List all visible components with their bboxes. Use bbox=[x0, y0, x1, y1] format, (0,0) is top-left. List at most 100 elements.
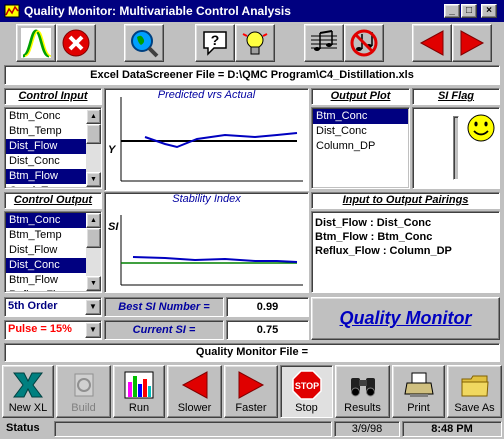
arrow-right-icon bbox=[460, 30, 485, 56]
si-flag-gauge bbox=[453, 116, 459, 180]
music-off-button[interactable] bbox=[344, 24, 384, 62]
stop-sign-icon: STOP bbox=[291, 370, 322, 400]
run-label: Run bbox=[128, 402, 150, 414]
folder-icon bbox=[461, 375, 489, 397]
list-item[interactable]: Dist_Flow bbox=[6, 139, 86, 154]
stop-x-button[interactable] bbox=[56, 24, 96, 62]
scroll-down-button[interactable]: ▼ bbox=[86, 172, 101, 187]
bar-chart-icon bbox=[124, 371, 154, 399]
scroll-thumb[interactable] bbox=[86, 124, 101, 144]
output-plot-list[interactable]: Btm_Conc Dist_Conc Column_DP bbox=[313, 109, 408, 187]
qm-file-bar: Quality Monitor File = bbox=[4, 343, 500, 362]
pulse-select[interactable]: Pulse = 15% ▼ bbox=[4, 320, 102, 340]
pairings-label: Input to Output Pairings bbox=[342, 194, 469, 206]
lightbulb-icon bbox=[242, 31, 268, 55]
excel-icon bbox=[13, 372, 43, 398]
si-flag-header: SI Flag bbox=[412, 88, 500, 105]
help-button[interactable]: ? bbox=[195, 24, 235, 62]
stability-index-plot bbox=[120, 215, 303, 286]
print-label: Print bbox=[407, 402, 430, 414]
forward-button[interactable] bbox=[452, 24, 492, 62]
list-item[interactable]: Dist_Flow bbox=[6, 243, 86, 258]
faster-label: Faster bbox=[235, 402, 267, 414]
chevron-down-icon[interactable]: ▼ bbox=[85, 322, 101, 338]
list-item[interactable]: Btm_Conc bbox=[6, 109, 86, 124]
chevron-down-icon[interactable]: ▼ bbox=[85, 299, 101, 315]
slower-button[interactable]: Slower bbox=[167, 365, 222, 418]
pairings-header: Input to Output Pairings bbox=[311, 192, 500, 209]
save-as-button[interactable]: Save As bbox=[447, 365, 502, 418]
new-xl-button[interactable]: New XL bbox=[2, 365, 54, 418]
faster-button[interactable]: Faster bbox=[224, 365, 278, 418]
maximize-button[interactable]: □ bbox=[461, 4, 477, 18]
bell-curve-button[interactable] bbox=[16, 24, 56, 62]
predicted-actual-chart: Predicted vrs Actual Y bbox=[104, 88, 309, 191]
title-bar: Quality Monitor: Multivariable Control A… bbox=[0, 0, 504, 22]
build-icon bbox=[74, 373, 93, 397]
output-plot-header: Output Plot bbox=[311, 88, 410, 105]
stability-index-chart: Stability Index SI bbox=[104, 192, 309, 293]
list-item[interactable]: Dist_Conc bbox=[313, 124, 408, 139]
control-input-scrollbar[interactable]: ▲ ▼ bbox=[86, 109, 101, 187]
binoculars-icon bbox=[350, 378, 375, 397]
control-input-header: Control Input bbox=[4, 88, 102, 105]
arrow-left-icon bbox=[419, 30, 444, 56]
print-button[interactable]: Print bbox=[392, 365, 445, 418]
svg-text:?: ? bbox=[211, 32, 220, 48]
si-flag-panel bbox=[412, 107, 500, 189]
list-item[interactable]: Btm_Conc bbox=[313, 109, 408, 124]
results-button[interactable]: Results bbox=[335, 365, 390, 418]
list-item[interactable]: Btm_Flow bbox=[6, 169, 86, 184]
list-item[interactable]: Btm_Temp bbox=[6, 228, 86, 243]
order-select[interactable]: 5th Order ▼ bbox=[4, 297, 102, 317]
list-item[interactable]: Dist_Conc bbox=[6, 154, 86, 169]
status-bar: Status 3/9/98 8:48 PM bbox=[0, 419, 504, 439]
slower-label: Slower bbox=[177, 402, 212, 414]
control-input-listbox[interactable]: Btm_Conc Btm_Temp Dist_Flow Dist_Conc Btm_Fl… bbox=[4, 107, 102, 189]
pairings-panel: Dist_Flow : Dist_Conc Btm_Flow : Btm_Conc… bbox=[311, 211, 500, 293]
pairing-item: Reflux_Flow : Column_DP bbox=[315, 245, 452, 257]
pairing-item: Dist_Flow : Dist_Conc bbox=[315, 217, 432, 229]
results-label: Results bbox=[344, 402, 381, 414]
si-series bbox=[132, 256, 298, 263]
list-item[interactable]: Btm_Conc bbox=[6, 213, 86, 228]
window-title: Quality Monitor: Multivariable Control A… bbox=[24, 4, 291, 18]
control-input-list[interactable]: Btm_Conc Btm_Temp Dist_Flow Dist_Conc Btm_Fl… bbox=[6, 109, 86, 187]
back-button[interactable] bbox=[412, 24, 452, 62]
control-output-label: Control Output bbox=[13, 194, 93, 206]
build-button[interactable]: Build bbox=[56, 365, 111, 418]
status-label: Status bbox=[6, 422, 40, 434]
list-item[interactable]: Column_DP bbox=[313, 139, 408, 154]
scroll-thumb[interactable] bbox=[86, 228, 101, 248]
idea-button[interactable] bbox=[235, 24, 275, 62]
scroll-up-button[interactable]: ▲ bbox=[86, 109, 101, 124]
music-on-button[interactable] bbox=[304, 24, 344, 62]
predicted-actual-plot bbox=[120, 97, 303, 182]
output-plot-label: Output Plot bbox=[330, 90, 391, 102]
control-output-listbox[interactable]: Btm_Conc Btm_Temp Dist_Flow Dist_Conc Btm_Fl… bbox=[4, 211, 102, 293]
run-button[interactable]: Run bbox=[113, 365, 165, 418]
best-si-label: Best SI Number = bbox=[104, 297, 224, 317]
list-item[interactable]: Reflux_Flow bbox=[6, 288, 86, 291]
scroll-down-button[interactable]: ▼ bbox=[86, 276, 101, 291]
scroll-up-button[interactable]: ▲ bbox=[86, 213, 101, 228]
magnifier-globe-icon bbox=[131, 30, 159, 58]
brand-title: Quality Monitor bbox=[311, 297, 500, 340]
no-music-icon bbox=[350, 29, 378, 57]
status-date: 3/9/98 bbox=[334, 421, 400, 437]
globe-search-button[interactable] bbox=[124, 24, 164, 62]
control-output-list[interactable]: Btm_Conc Btm_Temp Dist_Flow Dist_Conc Btm_Fl… bbox=[6, 213, 86, 291]
app-icon bbox=[4, 4, 20, 18]
control-output-scrollbar[interactable]: ▲ ▼ bbox=[86, 213, 101, 291]
printer-icon bbox=[403, 372, 434, 397]
music-notes-icon bbox=[311, 30, 337, 51]
list-item[interactable]: Dist_Conc bbox=[6, 258, 86, 273]
stop-button[interactable]: STOP Stop bbox=[280, 365, 333, 418]
list-item[interactable]: Btm_Flow bbox=[6, 273, 86, 288]
pairing-item: Btm_Flow : Btm_Conc bbox=[315, 231, 433, 243]
minimize-button[interactable]: _ bbox=[444, 4, 460, 18]
list-item[interactable]: Cond_Temp bbox=[6, 184, 86, 187]
close-button[interactable]: × bbox=[481, 4, 497, 18]
list-item[interactable]: Btm_Temp bbox=[6, 124, 86, 139]
output-plot-listbox[interactable]: Btm_Conc Dist_Conc Column_DP bbox=[311, 107, 410, 189]
